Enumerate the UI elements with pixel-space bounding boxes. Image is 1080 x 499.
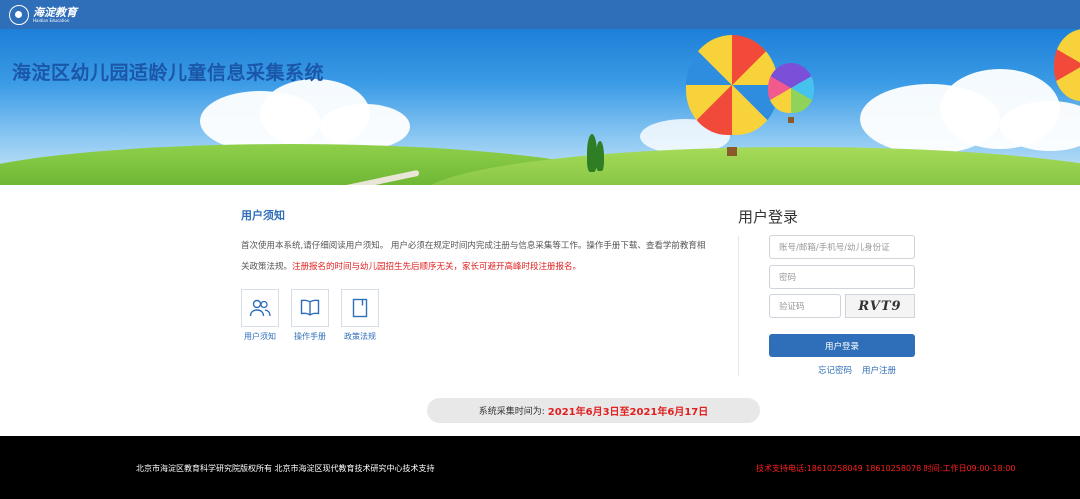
captcha-input[interactable]: 验证码 [769, 294, 841, 318]
cloud-decoration [320, 104, 410, 149]
login-button[interactable]: 用户登录 [769, 334, 915, 357]
period-value: 2021年6月3日至2021年6月17日 [547, 407, 709, 418]
system-title: 海淀区幼儿园适龄儿童信息采集系统 [12, 62, 325, 84]
captcha-image[interactable]: RVT9 [845, 294, 915, 318]
password-input[interactable]: 密码 [769, 265, 915, 289]
book-open-icon [291, 289, 329, 327]
account-input[interactable]: 账号/邮箱/手机号/幼儿身份证 [769, 235, 915, 259]
doc-link-manual[interactable]: 操作手册 [291, 289, 329, 342]
login-links: 忘记密码 用户注册 [818, 364, 896, 376]
balloon-basket [727, 147, 737, 156]
doc-label: 用户须知 [244, 332, 276, 341]
logo-text: 海淀教育 [33, 5, 77, 19]
balloon-decoration [768, 63, 814, 113]
forgot-password-link[interactable]: 忘记密码 [818, 364, 852, 376]
hill-decoration [420, 147, 1080, 185]
logo[interactable]: 海淀教育 Haidian Education [9, 4, 77, 25]
document-links: 用户须知 操作手册 政策法规 [241, 289, 379, 342]
balloon-decoration [1054, 29, 1080, 101]
emblem-icon [9, 4, 29, 25]
tree-decoration [596, 141, 604, 171]
logo-subtext: Haidian Education [33, 17, 70, 23]
footer-support: 技术支持电话:18610258049 18610258078 时间:工作日09:… [756, 464, 1016, 473]
doc-link-user-notice[interactable]: 用户须知 [241, 289, 279, 342]
balloon-decoration [686, 35, 778, 135]
doc-link-policy[interactable]: 政策法规 [341, 289, 379, 342]
notice-title: 用户须知 [241, 209, 285, 222]
doc-label: 操作手册 [294, 332, 326, 341]
top-bar: 海淀教育 Haidian Education [0, 0, 1080, 29]
notice-text-warning: 注册报名的时间与幼儿园招生先后顺序无关，家长可避开高峰时段注册报名。 [292, 262, 582, 272]
notice-text: 首次使用本系统,请仔细阅读用户须知。 用户必须在规定时间内完成注册与信息采集等工… [241, 236, 711, 278]
divider [738, 236, 739, 376]
users-icon [241, 289, 279, 327]
login-title: 用户登录 [738, 208, 799, 226]
balloon-basket [788, 117, 794, 123]
period-label: 系统采集时间为: [478, 407, 545, 417]
collection-period-banner: 系统采集时间为: 2021年6月3日至2021年6月17日 [427, 398, 760, 423]
document-icon [341, 289, 379, 327]
doc-label: 政策法规 [344, 332, 376, 341]
hero-banner: 海淀区幼儿园适龄儿童信息采集系统 [0, 29, 1080, 185]
footer-copyright: 北京市海淀区教育科学研究院版权所有 北京市海淀区现代教育技术研究中心技术支持 [136, 464, 435, 473]
register-link[interactable]: 用户注册 [862, 364, 896, 376]
